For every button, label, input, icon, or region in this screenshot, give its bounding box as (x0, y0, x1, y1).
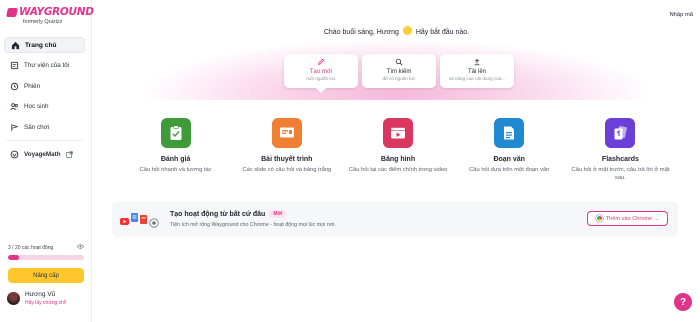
passage-icon (494, 118, 525, 148)
logo[interactable]: WAYGROUND formerly Quizizz (6, 6, 94, 25)
tab-sublabel: để có nguồn lực (382, 76, 416, 81)
sidebar-nav: Trang chủ Thư viện của tôi Phiên Học sin… (4, 37, 85, 167)
card-title: Bài thuyết trình (261, 156, 313, 163)
new-badge: Mới (269, 210, 287, 218)
wayground-logo-icon (6, 7, 18, 17)
sidebar-item-playground[interactable]: Sân chơi (4, 119, 85, 135)
greeting: Chào buổi sáng, Hương Hãy bắt đầu nào. (93, 26, 700, 36)
user-profile[interactable]: Hương Vũ Hãy lấy chứng chỉ! (7, 291, 66, 306)
card-description: Câu hỏi tại các điểm chính trong video (348, 167, 448, 173)
card-title: Flashcards (601, 156, 639, 163)
card-passage[interactable]: Đoạn văn Câu hỏi dựa trên một đoạn văn (454, 118, 565, 183)
card-flashcards[interactable]: Flashcards Câu hỏi ở mặt trước, câu trả … (565, 118, 676, 183)
sidebar: WAYGROUND formerly Quizizz Trang chủ Thư… (0, 0, 94, 322)
tab-upload[interactable]: Tải lên và nâng cao nội dung của... (440, 54, 514, 88)
banner-title: Tạo hoạt động từ bất cứ đâu Mới (170, 210, 287, 218)
tab-label: Tải lên (467, 69, 486, 75)
home-icon (11, 41, 20, 50)
sessions-icon (10, 82, 19, 91)
card-presentation[interactable]: Bài thuyết trình Các slide có câu hỏi và… (231, 118, 342, 183)
avatar (7, 292, 20, 305)
card-description: Câu hỏi dựa trên một đoạn văn (469, 167, 550, 173)
sidebar-item-label: Phiên (24, 82, 41, 90)
card-title: Đoạn văn (493, 156, 525, 163)
sidebar-item-home[interactable]: Trang chủ (4, 37, 85, 53)
card-title: Băng hình (380, 156, 416, 163)
logo-text: WAYGROUND (19, 6, 94, 18)
sidebar-item-library[interactable]: Thư viện của tôi (4, 58, 85, 74)
card-title: Đánh giá (160, 156, 191, 163)
tab-label: Tạo mới (309, 69, 333, 75)
card-description: Câu hỏi nhanh và tương tác (139, 167, 212, 173)
assessment-icon (160, 118, 191, 148)
sidebar-item-sessions[interactable]: Phiên (4, 78, 85, 94)
presentation-icon (271, 118, 302, 148)
user-name: Hương Vũ (25, 291, 56, 298)
card-video[interactable]: Băng hình Câu hỏi tại các điểm chính tro… (342, 118, 453, 183)
sidebar-item-label: VoyageMath (24, 151, 61, 158)
upgrade-button[interactable]: Nâng cấp (8, 268, 84, 283)
tab-create[interactable]: Tạo mới mới nguồn lực (284, 54, 358, 88)
activity-count: 3 / 20 các hoạt động (8, 244, 54, 251)
help-button[interactable]: ? (674, 293, 692, 311)
upload-icon (440, 57, 514, 66)
tab-label: Tìm kiếm (386, 69, 412, 75)
banner-subtitle: Tiện ích mở rộng Wayground cho Chrome - … (170, 222, 336, 228)
greeting-text: Chào buổi sáng, Hương (323, 29, 399, 36)
card-description: Các slide có câu hỏi và bảng trắng (242, 167, 332, 173)
library-icon (10, 61, 19, 70)
students-icon (10, 102, 19, 111)
chrome-icon (595, 215, 603, 222)
pencil-icon (284, 57, 358, 66)
card-description: Câu hỏi ở mặt trước, câu trả lời ở mặt s… (571, 167, 670, 182)
sidebar-item-label: Thư viện của tôi (24, 62, 70, 69)
greeting-cta: Hãy bắt đầu nào. (415, 29, 470, 36)
sidebar-item-label: Trang chủ (25, 41, 57, 49)
create-tabs: Tạo mới mới nguồn lực Tìm kiếm để có ngu… (284, 54, 514, 88)
sidebar-item-students[interactable]: Học sinh (4, 99, 85, 115)
sidebar-item-label: Học sinh (24, 103, 49, 110)
voyagemath-icon (10, 150, 19, 159)
tab-sublabel: và nâng cao nội dung của... (448, 76, 506, 81)
tab-search[interactable]: Tìm kiếm để có nguồn lực (362, 54, 436, 88)
activity-progress-bar (8, 255, 84, 260)
enter-code-link[interactable]: Nhập mã (669, 12, 693, 18)
tab-sublabel: mới nguồn lực (306, 76, 336, 81)
sidebar-item-voyagemath[interactable]: VoyageMath (4, 147, 85, 163)
logo-subtitle: formerly Quizizz (23, 19, 63, 25)
chrome-extension-banner: Tạo hoạt động từ bất cứ đâu Mới Tiện ích … (112, 201, 678, 237)
sidebar-divider (6, 139, 83, 141)
wave-emoji-icon (402, 26, 412, 35)
add-to-chrome-button[interactable]: Thêm vào Chrome → (587, 211, 668, 226)
active-tab-caret (316, 88, 326, 93)
activity-progress-fill (8, 255, 20, 260)
flashcards-icon (605, 118, 636, 148)
activity-progress: 3 / 20 các hoạt động Nâng cấp (8, 244, 84, 283)
sidebar-item-label: Sân chơi (24, 123, 50, 131)
playground-icon (10, 123, 19, 132)
search-icon (362, 57, 436, 66)
video-icon (383, 118, 413, 148)
certificate-link[interactable]: Hãy lấy chứng chỉ! (25, 300, 66, 306)
app-icons (120, 211, 162, 229)
card-assessment[interactable]: Đánh giá Câu hỏi nhanh và tương tác (120, 118, 231, 183)
add-to-chrome-label: Thêm vào Chrome → (605, 215, 660, 222)
banner-title-text: Tạo hoạt động từ bất cứ đâu (170, 211, 266, 218)
create-options: Đánh giá Câu hỏi nhanh và tương tác Bài … (120, 118, 676, 183)
eye-icon[interactable] (77, 244, 84, 251)
external-link-icon (65, 150, 74, 159)
